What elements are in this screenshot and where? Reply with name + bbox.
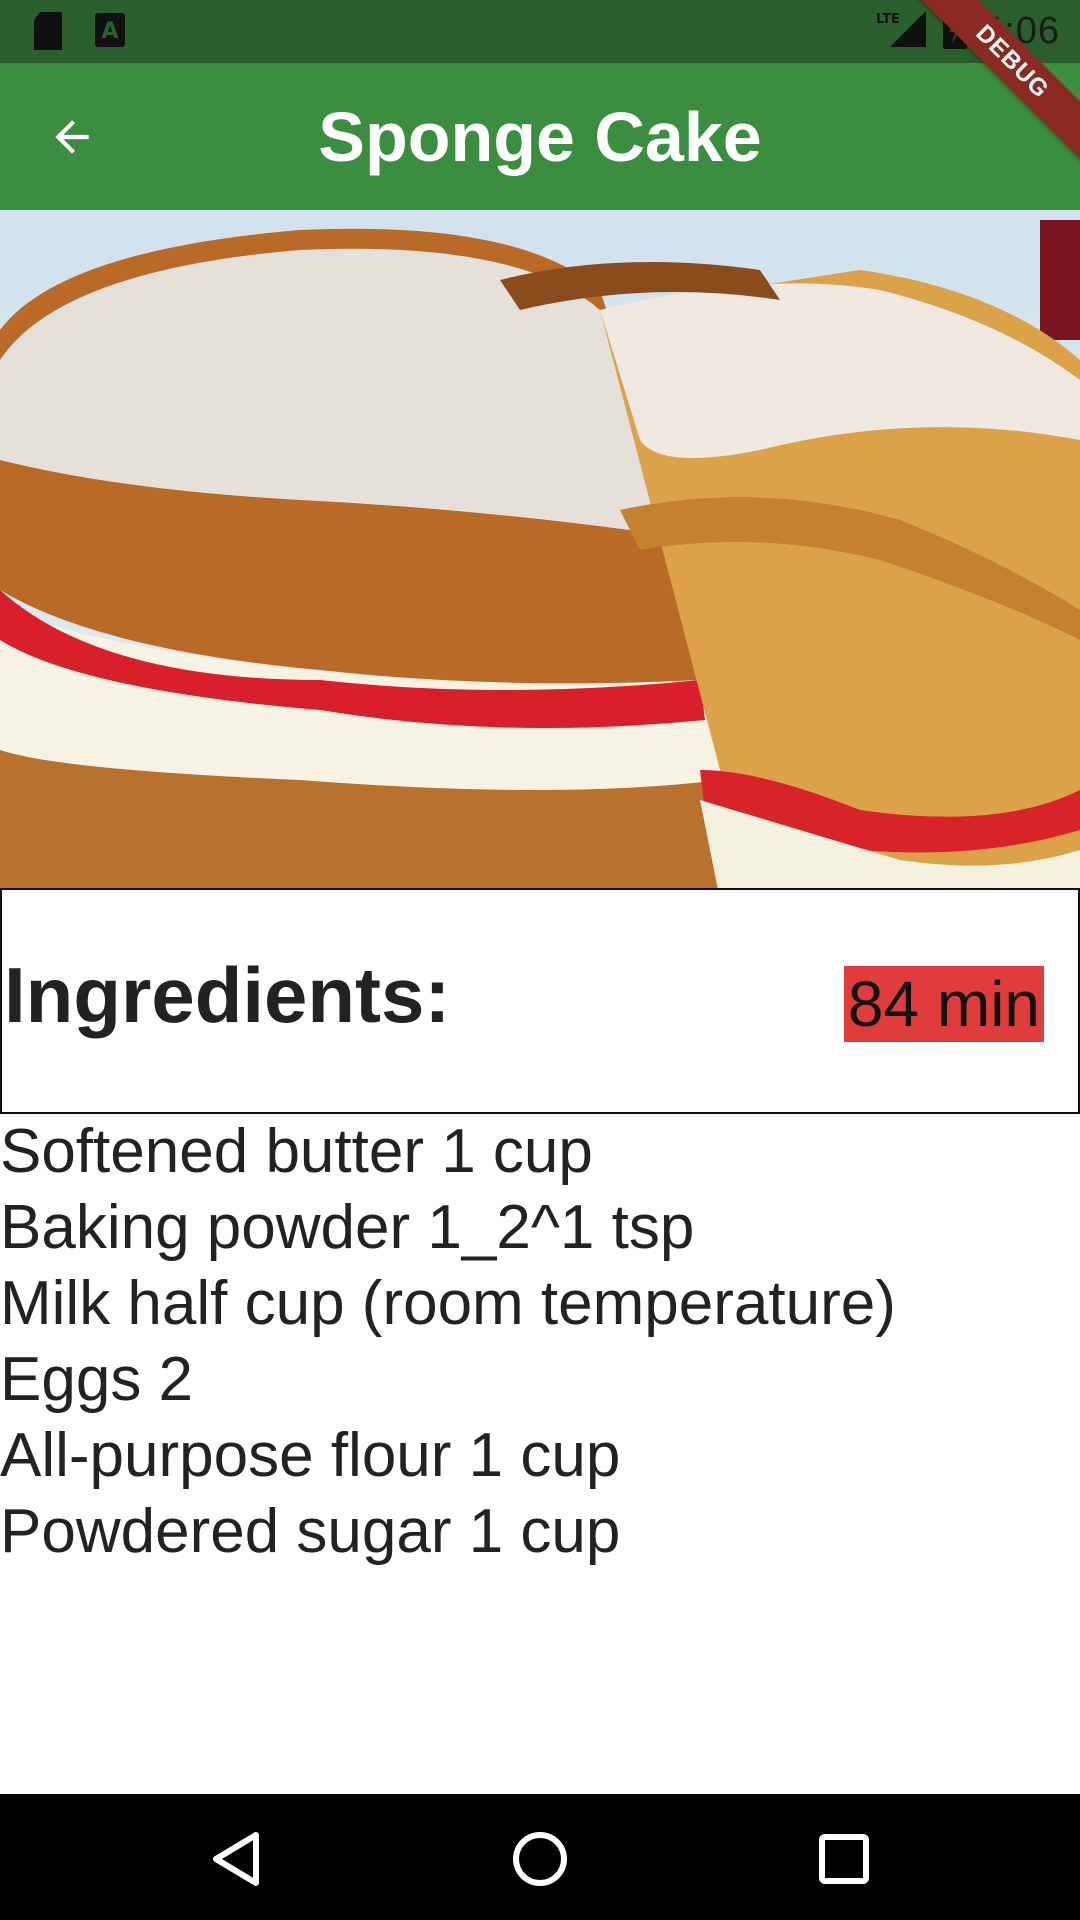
nav-recents-button[interactable] — [812, 1827, 876, 1891]
arrow-back-icon — [47, 112, 97, 167]
back-button[interactable] — [36, 103, 108, 175]
cook-time-badge: 84 min — [843, 966, 1044, 1042]
sd-card-icon — [32, 12, 64, 52]
status-bar: A LTE 4:06 — [0, 0, 1080, 63]
list-item: Milk half cup (room temperature) — [0, 1269, 896, 1338]
back-triangle-icon — [204, 1832, 268, 1895]
list-item: Powdered sugar 1 cup — [0, 1497, 621, 1566]
list-item: Eggs 2 — [0, 1345, 194, 1414]
svg-text:A: A — [101, 19, 118, 44]
recipe-image — [0, 210, 1080, 888]
lte-signal-icon: LTE — [874, 9, 928, 54]
ingredients-list: Softened butter 1 cup Baking powder 1_2^… — [0, 1114, 1080, 1570]
status-time: 4:06 — [982, 10, 1060, 52]
page-title: Sponge Cake — [318, 97, 762, 176]
lte-label: LTE — [876, 12, 900, 27]
nav-back-button[interactable] — [204, 1827, 268, 1891]
system-nav-bar — [0, 1794, 1080, 1920]
cake-illustration — [0, 220, 1080, 888]
nav-home-button[interactable] — [508, 1827, 572, 1891]
list-item: Softened butter 1 cup — [0, 1117, 593, 1186]
battery-charging-icon — [942, 9, 968, 54]
app-bar: Sponge Cake — [0, 63, 1080, 210]
list-item: All-purpose flour 1 cup — [0, 1421, 621, 1490]
ingredients-header: Ingredients: 84 min — [0, 888, 1080, 1114]
home-circle-icon — [508, 1832, 572, 1895]
recents-square-icon — [812, 1834, 876, 1895]
list-item: Baking powder 1_2^1 tsp — [0, 1193, 695, 1262]
text-a-icon: A — [94, 12, 126, 52]
ingredients-heading: Ingredients: — [4, 951, 451, 1039]
